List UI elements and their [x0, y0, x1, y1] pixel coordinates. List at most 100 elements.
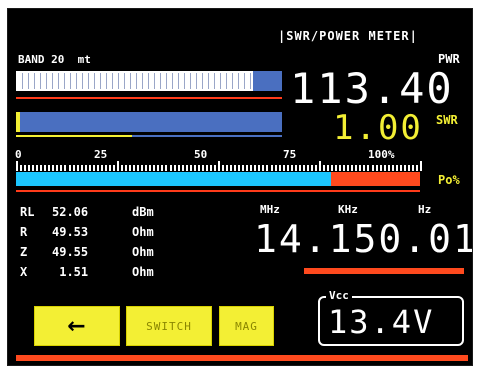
power-bar-segment-gap — [118, 73, 119, 89]
band-label: BAND 20 mt — [18, 53, 91, 66]
power-bar-segment-gap — [154, 73, 155, 89]
scale-tick-mark — [380, 165, 382, 171]
power-underline — [16, 97, 282, 99]
scale-tick-mark — [222, 165, 224, 171]
swr-bar-fill — [16, 112, 20, 132]
scale-tick-mark — [161, 165, 163, 171]
scale-tick-mark — [137, 165, 139, 171]
scale-tick-mark — [420, 161, 422, 171]
scale-tick-mark — [198, 165, 200, 171]
freq-khz-label: KHz — [338, 203, 358, 216]
switch-button[interactable]: SWITCH — [126, 306, 212, 346]
scale-tick-mark — [149, 165, 151, 171]
scale-tick-mark — [291, 165, 293, 171]
scale-tick-mark — [174, 165, 176, 171]
reading-x-name: X — [20, 265, 28, 279]
scale-tick-mark — [226, 165, 228, 171]
power-bar-segment-gap — [52, 73, 53, 89]
power-bar-segment-gap — [214, 73, 215, 89]
power-bar-segment-gap — [112, 73, 113, 89]
scale-tick-mark — [388, 165, 390, 171]
power-bar-segment-gap — [40, 73, 41, 89]
scale-tick-mark — [101, 165, 103, 171]
reading-x-value: 1.51 — [52, 265, 89, 279]
scale-tick-mark — [56, 165, 58, 171]
power-bar-segment-gap — [238, 73, 239, 89]
scale-tick-mark — [359, 165, 361, 171]
scale-tick-mark — [141, 165, 143, 171]
scale-tick-mark — [16, 161, 18, 171]
po-bar-track — [16, 172, 420, 186]
scale-tick-mark — [105, 165, 107, 171]
power-bar-segment-gap — [124, 73, 125, 89]
scale-tick-mark — [412, 165, 414, 171]
power-bar-segment-gap — [148, 73, 149, 89]
scale-tick-mark — [44, 165, 46, 171]
po-underline — [16, 190, 420, 192]
scale-tick-mark — [52, 165, 54, 171]
scale-tick-mark — [303, 165, 305, 171]
power-bar-segment-gap — [172, 73, 173, 89]
scale-tick-mark — [109, 165, 111, 171]
mag-button[interactable]: MAG — [219, 306, 274, 346]
scale-tick-mark — [279, 165, 281, 171]
scale-tick-0: 0 — [15, 148, 22, 161]
power-bar-segment-gap — [82, 73, 83, 89]
meter-screen: |SWR/POWER METER| BAND 20 mt PWR 113.40 … — [7, 8, 473, 366]
scale-tick-mark — [117, 161, 119, 171]
scale-tick-mark — [246, 165, 248, 171]
swr-unit-label: SWR — [436, 113, 458, 127]
power-bar-segment-gap — [220, 73, 221, 89]
scale-tick-mark — [129, 165, 131, 171]
power-bar-segment-gap — [250, 73, 251, 89]
scale-tick-mark — [254, 165, 256, 171]
scale-tick-mark — [206, 165, 208, 171]
power-bar-segment-gap — [208, 73, 209, 89]
scale-tick-mark — [178, 165, 180, 171]
scale-tick-mark — [64, 165, 66, 171]
scale-tick-mark — [218, 161, 220, 171]
scale-tick-mark — [347, 165, 349, 171]
scale-tick-mark — [283, 165, 285, 171]
scale-tick-mark — [367, 165, 369, 171]
scale-tick-mark — [238, 165, 240, 171]
reading-z-value: 49.55 — [52, 245, 89, 259]
swr-bar-track — [16, 112, 282, 132]
scale-tick-mark — [28, 165, 30, 171]
power-bar-segment-gap — [46, 73, 47, 89]
vcc-label: Vcc — [326, 289, 352, 302]
scale-tick-mark — [299, 165, 301, 171]
scale-tick-mark — [85, 165, 87, 171]
scale-tick-mark — [335, 165, 337, 171]
scale-tick-50: 50 — [194, 148, 208, 161]
scale-tick-mark — [396, 165, 398, 171]
scale-tick-mark — [339, 165, 341, 171]
reading-r-unit: Ohm — [132, 225, 154, 239]
power-bar-segment-gap — [166, 73, 167, 89]
scale-tick-mark — [234, 165, 236, 171]
power-bar-segment-gap — [100, 73, 101, 89]
scale-tick-mark — [73, 165, 75, 171]
po-unit-label: Po% — [438, 173, 460, 187]
scale-tick-mark — [271, 165, 273, 171]
scale-tick-mark — [48, 165, 50, 171]
scale-tick-mark — [20, 165, 22, 171]
scale-tick-mark — [372, 165, 374, 171]
scale-tick-mark — [214, 165, 216, 171]
freq-mhz-label: MHz — [260, 203, 280, 216]
scale-tick-mark — [250, 165, 252, 171]
scale-tick-mark — [323, 165, 325, 171]
bottom-bar — [16, 355, 468, 361]
back-button[interactable]: ← — [34, 306, 120, 346]
power-bar-segment-gap — [190, 73, 191, 89]
reading-r-value: 49.53 — [52, 225, 89, 239]
scale-tick-mark — [165, 165, 167, 171]
scale-tick-mark — [93, 165, 95, 171]
scale-tick-mark — [133, 165, 135, 171]
scale-tick-mark — [32, 165, 34, 171]
power-bar-segment-gap — [142, 73, 143, 89]
scale-tick-100: 100% — [368, 148, 395, 161]
scale-tick-mark — [77, 165, 79, 171]
power-bar-segment-gap — [76, 73, 77, 89]
scale-tick-mark — [363, 165, 365, 171]
